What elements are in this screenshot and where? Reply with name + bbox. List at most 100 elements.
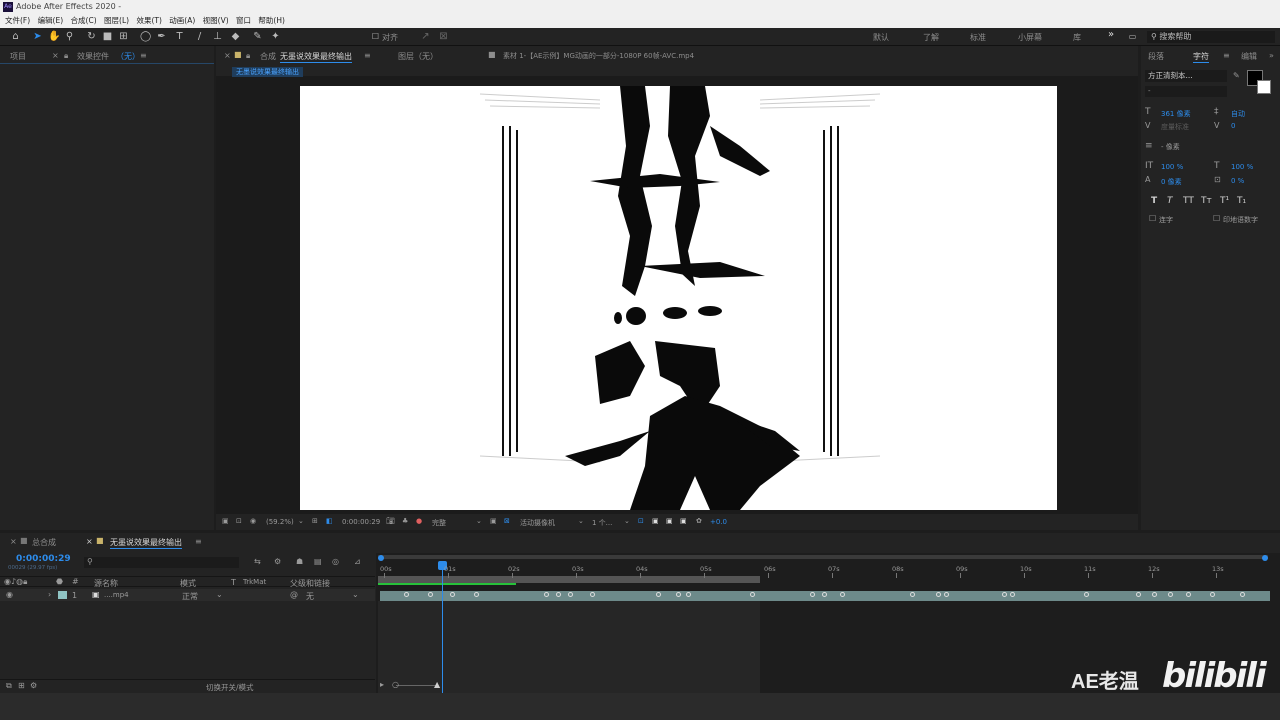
viewer-timecode[interactable]: 0:00:00:29 xyxy=(342,518,380,526)
workspace-learn[interactable]: 了解 xyxy=(923,32,939,43)
tab-active-comp[interactable]: 无墨说效果最终输出 xyxy=(110,537,182,549)
stroke-color-swatch[interactable] xyxy=(1257,80,1271,94)
home-icon[interactable]: ⌂ xyxy=(10,31,21,42)
tab-project[interactable]: 项目 xyxy=(10,51,26,62)
frame-blending-icon[interactable]: ▤ xyxy=(314,557,322,566)
hand-tool-icon[interactable]: ✋ xyxy=(48,31,60,42)
ligature-checkbox[interactable]: ☐ xyxy=(1149,214,1156,223)
tab-character[interactable]: 字符 xyxy=(1193,51,1209,63)
toggle-pixel-aspect-icon[interactable]: ⊡ xyxy=(638,517,644,525)
transfer-controls-icon[interactable]: ⊞ xyxy=(18,681,25,690)
breadcrumb-comp[interactable]: 无墨说效果最终输出 xyxy=(232,67,303,77)
zoom-slider-area[interactable]: ▸ ○ ▲ xyxy=(376,679,496,693)
keyframe-marker[interactable] xyxy=(1136,592,1141,597)
zoom-out-icon[interactable]: ▸ xyxy=(380,680,384,689)
panel-overflow-icon[interactable]: » xyxy=(1269,51,1274,60)
subscript-button[interactable]: T₁ xyxy=(1237,196,1246,206)
keyframe-marker[interactable] xyxy=(822,592,827,597)
navigator-end-handle[interactable] xyxy=(1262,555,1268,561)
workspace-small-screen[interactable]: 小屏幕 xyxy=(1018,32,1042,43)
transparency-grid-icon[interactable]: ⊠ xyxy=(504,517,510,525)
align-checkbox-icon[interactable]: ☐ xyxy=(370,31,381,42)
zoom-in-icon[interactable]: ▲ xyxy=(434,680,440,689)
keyframe-marker[interactable] xyxy=(1010,592,1015,597)
pick-whip-icon[interactable]: @ xyxy=(290,590,298,599)
menu-effect[interactable]: 效果(T) xyxy=(136,16,161,25)
layer-label-color[interactable] xyxy=(58,591,67,599)
layer-mode-select[interactable]: 正常 xyxy=(182,591,198,602)
baseline-value[interactable]: 0 像素 xyxy=(1161,177,1182,187)
keyframe-marker[interactable] xyxy=(590,592,595,597)
draft-3d-icon[interactable]: ⚙ xyxy=(274,557,281,566)
workspace-overflow-button[interactable]: » xyxy=(1108,29,1114,40)
keyframe-marker[interactable] xyxy=(568,592,573,597)
faux-bold-button[interactable]: T xyxy=(1151,196,1157,206)
tab-edit[interactable]: 编辑 xyxy=(1241,51,1257,62)
tab-close-icon[interactable]: × xyxy=(224,51,231,60)
selection-tool-icon[interactable]: ➤ xyxy=(32,31,43,42)
keyframe-marker[interactable] xyxy=(676,592,681,597)
keyframe-marker[interactable] xyxy=(1152,592,1157,597)
font-size-value[interactable]: 361 像素 xyxy=(1161,109,1191,119)
menu-view[interactable]: 视图(V) xyxy=(203,16,229,25)
flowchart-icon[interactable]: ▣ xyxy=(666,517,673,525)
playhead-line[interactable] xyxy=(442,561,443,693)
keyframe-marker[interactable] xyxy=(656,592,661,597)
camera-dropdown-icon[interactable]: ⌄ xyxy=(578,517,584,525)
fast-draft-icon[interactable]: ▣ xyxy=(652,517,659,525)
region-icon[interactable]: ⊡ xyxy=(236,517,242,525)
brush-tool-icon[interactable]: / xyxy=(194,31,205,42)
pan-behind-tool-icon[interactable]: ⊞ xyxy=(118,31,129,42)
keyframe-marker[interactable] xyxy=(1002,592,1007,597)
menu-animation[interactable]: 动画(A) xyxy=(169,16,195,25)
visibility-eye-icon[interactable]: ◉ xyxy=(6,590,13,599)
snap-grid-icon[interactable]: ⊠ xyxy=(438,31,449,42)
keyframe-marker[interactable] xyxy=(404,592,409,597)
tab-layer[interactable]: 图层（无） xyxy=(398,51,438,62)
mask-visibility-icon[interactable]: ◧ xyxy=(326,517,333,525)
camera-select[interactable]: 活动摄像机 xyxy=(520,518,555,528)
in-out-icon[interactable]: ⚙ xyxy=(30,681,37,690)
shape-tool-icon[interactable]: ◯ xyxy=(140,31,151,42)
all-caps-button[interactable]: TT xyxy=(1183,196,1194,206)
tracking-value[interactable]: 0 xyxy=(1231,122,1235,130)
vertical-scale-value[interactable]: 100 % xyxy=(1161,163,1183,171)
menu-file[interactable]: 文件(F) xyxy=(5,16,30,25)
keyframe-marker[interactable] xyxy=(936,592,941,597)
snap-icon[interactable]: ↗ xyxy=(420,31,431,42)
leading-value[interactable]: 自动 xyxy=(1231,109,1245,119)
composition-viewer[interactable] xyxy=(300,86,1057,510)
kerning-value[interactable]: 度量标准 xyxy=(1161,122,1189,132)
keyframe-marker[interactable] xyxy=(750,592,755,597)
character-menu-icon[interactable]: ≡ xyxy=(1223,51,1230,60)
col-source-name[interactable]: 源名称 xyxy=(94,578,118,589)
workspace-library[interactable]: 库 xyxy=(1073,32,1081,43)
shy-layers-icon[interactable]: ☗ xyxy=(296,557,303,566)
timeline-menu-icon[interactable]: ≡ xyxy=(195,537,202,546)
tab-paragraph[interactable]: 段落 xyxy=(1148,51,1164,62)
horizontal-scale-value[interactable]: 100 % xyxy=(1231,163,1253,171)
lock-icon-comp[interactable]: 🔒︎ xyxy=(246,51,250,61)
show-snapshot-icon[interactable]: ♣ xyxy=(402,517,408,525)
menu-window[interactable]: 窗口 xyxy=(236,16,251,25)
eraser-tool-icon[interactable]: ◆ xyxy=(230,31,241,42)
keyframe-marker[interactable] xyxy=(556,592,561,597)
tab-composition[interactable]: 无墨说效果最终输出 xyxy=(280,51,352,63)
current-time[interactable]: 0:00:00:29 xyxy=(16,554,71,564)
col-trkmat[interactable]: TrkMat xyxy=(243,578,266,586)
snapshot-icon[interactable]: 📷︎ xyxy=(386,517,395,525)
timeline-toggle-icon[interactable]: ▣ xyxy=(680,517,687,525)
roto-brush-tool-icon[interactable]: ✎ xyxy=(252,31,263,42)
panel-menu-icon[interactable]: ≡ xyxy=(140,51,147,60)
exposure-reset-icon[interactable]: ✿ xyxy=(696,517,702,525)
views-select[interactable]: 1 个... xyxy=(592,518,612,528)
menu-help[interactable]: 帮助(H) xyxy=(258,16,285,25)
zoom-slider-track[interactable] xyxy=(396,685,436,686)
workspace-standard[interactable]: 标准 xyxy=(970,32,986,43)
time-navigator-bar[interactable] xyxy=(378,555,1268,559)
layer-search-input[interactable]: ⚲ xyxy=(84,557,239,568)
menu-layer[interactable]: 图层(L) xyxy=(104,16,129,25)
keyframe-marker[interactable] xyxy=(428,592,433,597)
clone-stamp-tool-icon[interactable]: ⊥ xyxy=(212,31,223,42)
layer-switches-icon[interactable]: ⧉ xyxy=(6,681,12,691)
